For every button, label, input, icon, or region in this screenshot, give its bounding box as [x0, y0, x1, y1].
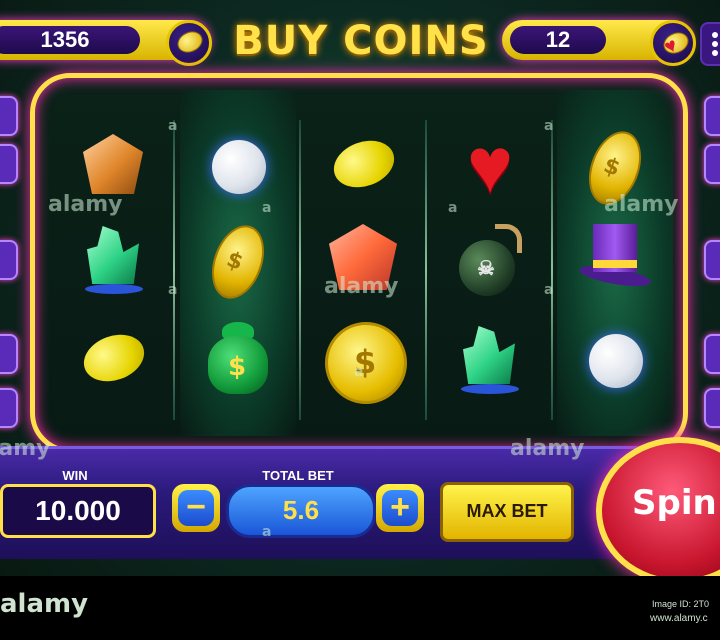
minus-icon: −: [178, 490, 214, 526]
reels-frame: $ $ $ ♥ ☠ $: [30, 73, 688, 453]
reel-divider: [551, 120, 553, 420]
reel-divider: [299, 120, 301, 420]
heart-icon: ♥: [466, 121, 514, 209]
slot-game-screen: 1356 BUY COINS 12 ♥ $ $ $ ♥ ☠ $ WIN 10.0…: [0, 0, 720, 640]
win-value: 10.000: [35, 495, 121, 526]
footer-strip: [0, 576, 720, 640]
left-side-tab-1[interactable]: [0, 96, 18, 136]
top-hat-icon: [575, 220, 655, 300]
big-gold-coin-icon: $: [323, 320, 407, 404]
decrease-bet-button[interactable]: −: [172, 484, 220, 532]
lemon-icon: [73, 320, 153, 400]
coins-display: 1356: [0, 26, 140, 54]
reel-1: [55, 90, 171, 436]
red-gem-icon: [323, 220, 403, 300]
left-side-tab-5[interactable]: [0, 388, 18, 428]
bomb-icon: ☠: [449, 220, 529, 300]
right-side-tab-5[interactable]: [704, 388, 720, 428]
green-crystal-icon: [73, 220, 153, 300]
reel-divider: [173, 120, 175, 420]
pearl-icon: [575, 320, 655, 400]
gold-coin-icon: $: [575, 124, 655, 212]
spin-label: Spin: [632, 483, 717, 523]
reel-4: ♥ ☠: [431, 90, 547, 436]
right-side-tab-1[interactable]: [704, 96, 720, 136]
lives-display: 12: [510, 26, 606, 54]
right-side-tab-3[interactable]: [704, 240, 720, 280]
coins-count: 1356: [40, 27, 90, 52]
win-label: WIN: [62, 468, 88, 483]
image-id: Image ID: 2T0: [652, 599, 710, 609]
reel-2: $ $: [180, 90, 296, 436]
site-url: www.alamy.c: [650, 613, 708, 624]
right-side-tab-4[interactable]: [704, 334, 720, 374]
reel-divider: [425, 120, 427, 420]
max-bet-button[interactable]: MAX BET: [440, 482, 574, 542]
gold-coin-icon: $: [198, 218, 278, 306]
reel-3: $: [305, 90, 421, 436]
reel-5: $: [557, 90, 673, 436]
alamy-logo: alamy: [0, 589, 89, 619]
green-crystal-icon: [449, 320, 529, 400]
bet-display: 5.6: [226, 484, 376, 538]
heart-icon[interactable]: ♥: [650, 20, 696, 66]
left-side-tab-4[interactable]: [0, 334, 18, 374]
total-bet-label: TOTAL BET: [262, 468, 334, 483]
orange-gem-icon: [73, 126, 153, 206]
lives-count: 12: [545, 27, 571, 52]
pearl-icon: [198, 126, 278, 206]
money-bag-icon: $: [198, 316, 278, 396]
left-side-tab-3[interactable]: [0, 240, 18, 280]
win-display: 10.000: [0, 484, 156, 538]
buy-coins-title[interactable]: BUY COINS: [228, 18, 494, 68]
left-side-tab-2[interactable]: [0, 144, 18, 184]
more-vertical-icon[interactable]: [700, 22, 720, 66]
increase-bet-button[interactable]: +: [376, 484, 424, 532]
bet-value: 5.6: [282, 495, 320, 525]
lemon-icon: [323, 126, 403, 206]
coin-icon[interactable]: [166, 20, 212, 66]
right-side-tab-2[interactable]: [704, 144, 720, 184]
plus-icon: +: [382, 490, 418, 526]
